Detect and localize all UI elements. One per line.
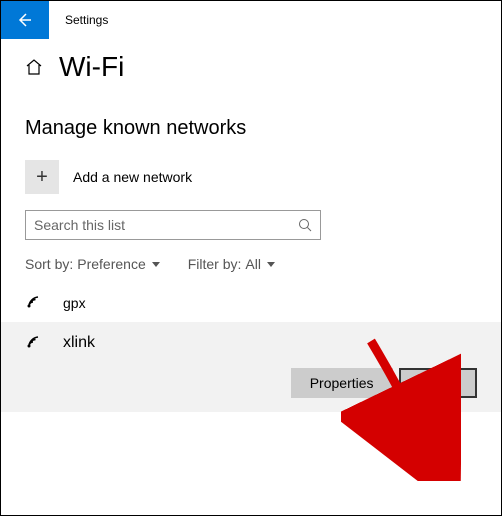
search-input[interactable] xyxy=(34,217,298,233)
home-icon[interactable] xyxy=(25,58,43,76)
search-icon xyxy=(298,218,312,232)
network-name: xlink xyxy=(63,334,95,352)
network-list: gpx xlink Properties Forget xyxy=(25,284,477,412)
page-title: Wi-Fi xyxy=(59,51,124,83)
app-title: Settings xyxy=(65,13,108,27)
filter-value: All xyxy=(245,256,261,272)
back-button[interactable] xyxy=(1,1,49,39)
page-header: Wi-Fi xyxy=(25,51,477,83)
properties-button[interactable]: Properties xyxy=(291,368,393,398)
sort-filter-row: Sort by: Preference Filter by: All xyxy=(25,256,477,272)
filter-dropdown[interactable]: Filter by: All xyxy=(188,256,275,272)
search-box[interactable] xyxy=(25,210,321,240)
network-name: gpx xyxy=(63,295,86,311)
network-item-selected[interactable]: xlink Properties Forget xyxy=(1,322,501,412)
wifi-icon xyxy=(25,294,49,312)
wifi-icon xyxy=(25,334,49,352)
chevron-down-icon xyxy=(267,262,275,267)
add-network-label: Add a new network xyxy=(73,169,192,185)
forget-button[interactable]: Forget xyxy=(399,368,477,398)
network-actions: Properties Forget xyxy=(25,368,477,398)
filter-label: Filter by: xyxy=(188,256,242,272)
plus-icon: + xyxy=(25,160,59,194)
add-network-button[interactable]: + Add a new network xyxy=(25,160,477,194)
sort-value: Preference xyxy=(77,256,145,272)
network-item[interactable]: gpx xyxy=(25,284,477,322)
sort-label: Sort by: xyxy=(25,256,73,272)
section-subtitle: Manage known networks xyxy=(25,117,477,140)
titlebar: Settings xyxy=(1,1,501,39)
chevron-down-icon xyxy=(152,262,160,267)
back-arrow-icon xyxy=(17,12,33,28)
sort-dropdown[interactable]: Sort by: Preference xyxy=(25,256,160,272)
